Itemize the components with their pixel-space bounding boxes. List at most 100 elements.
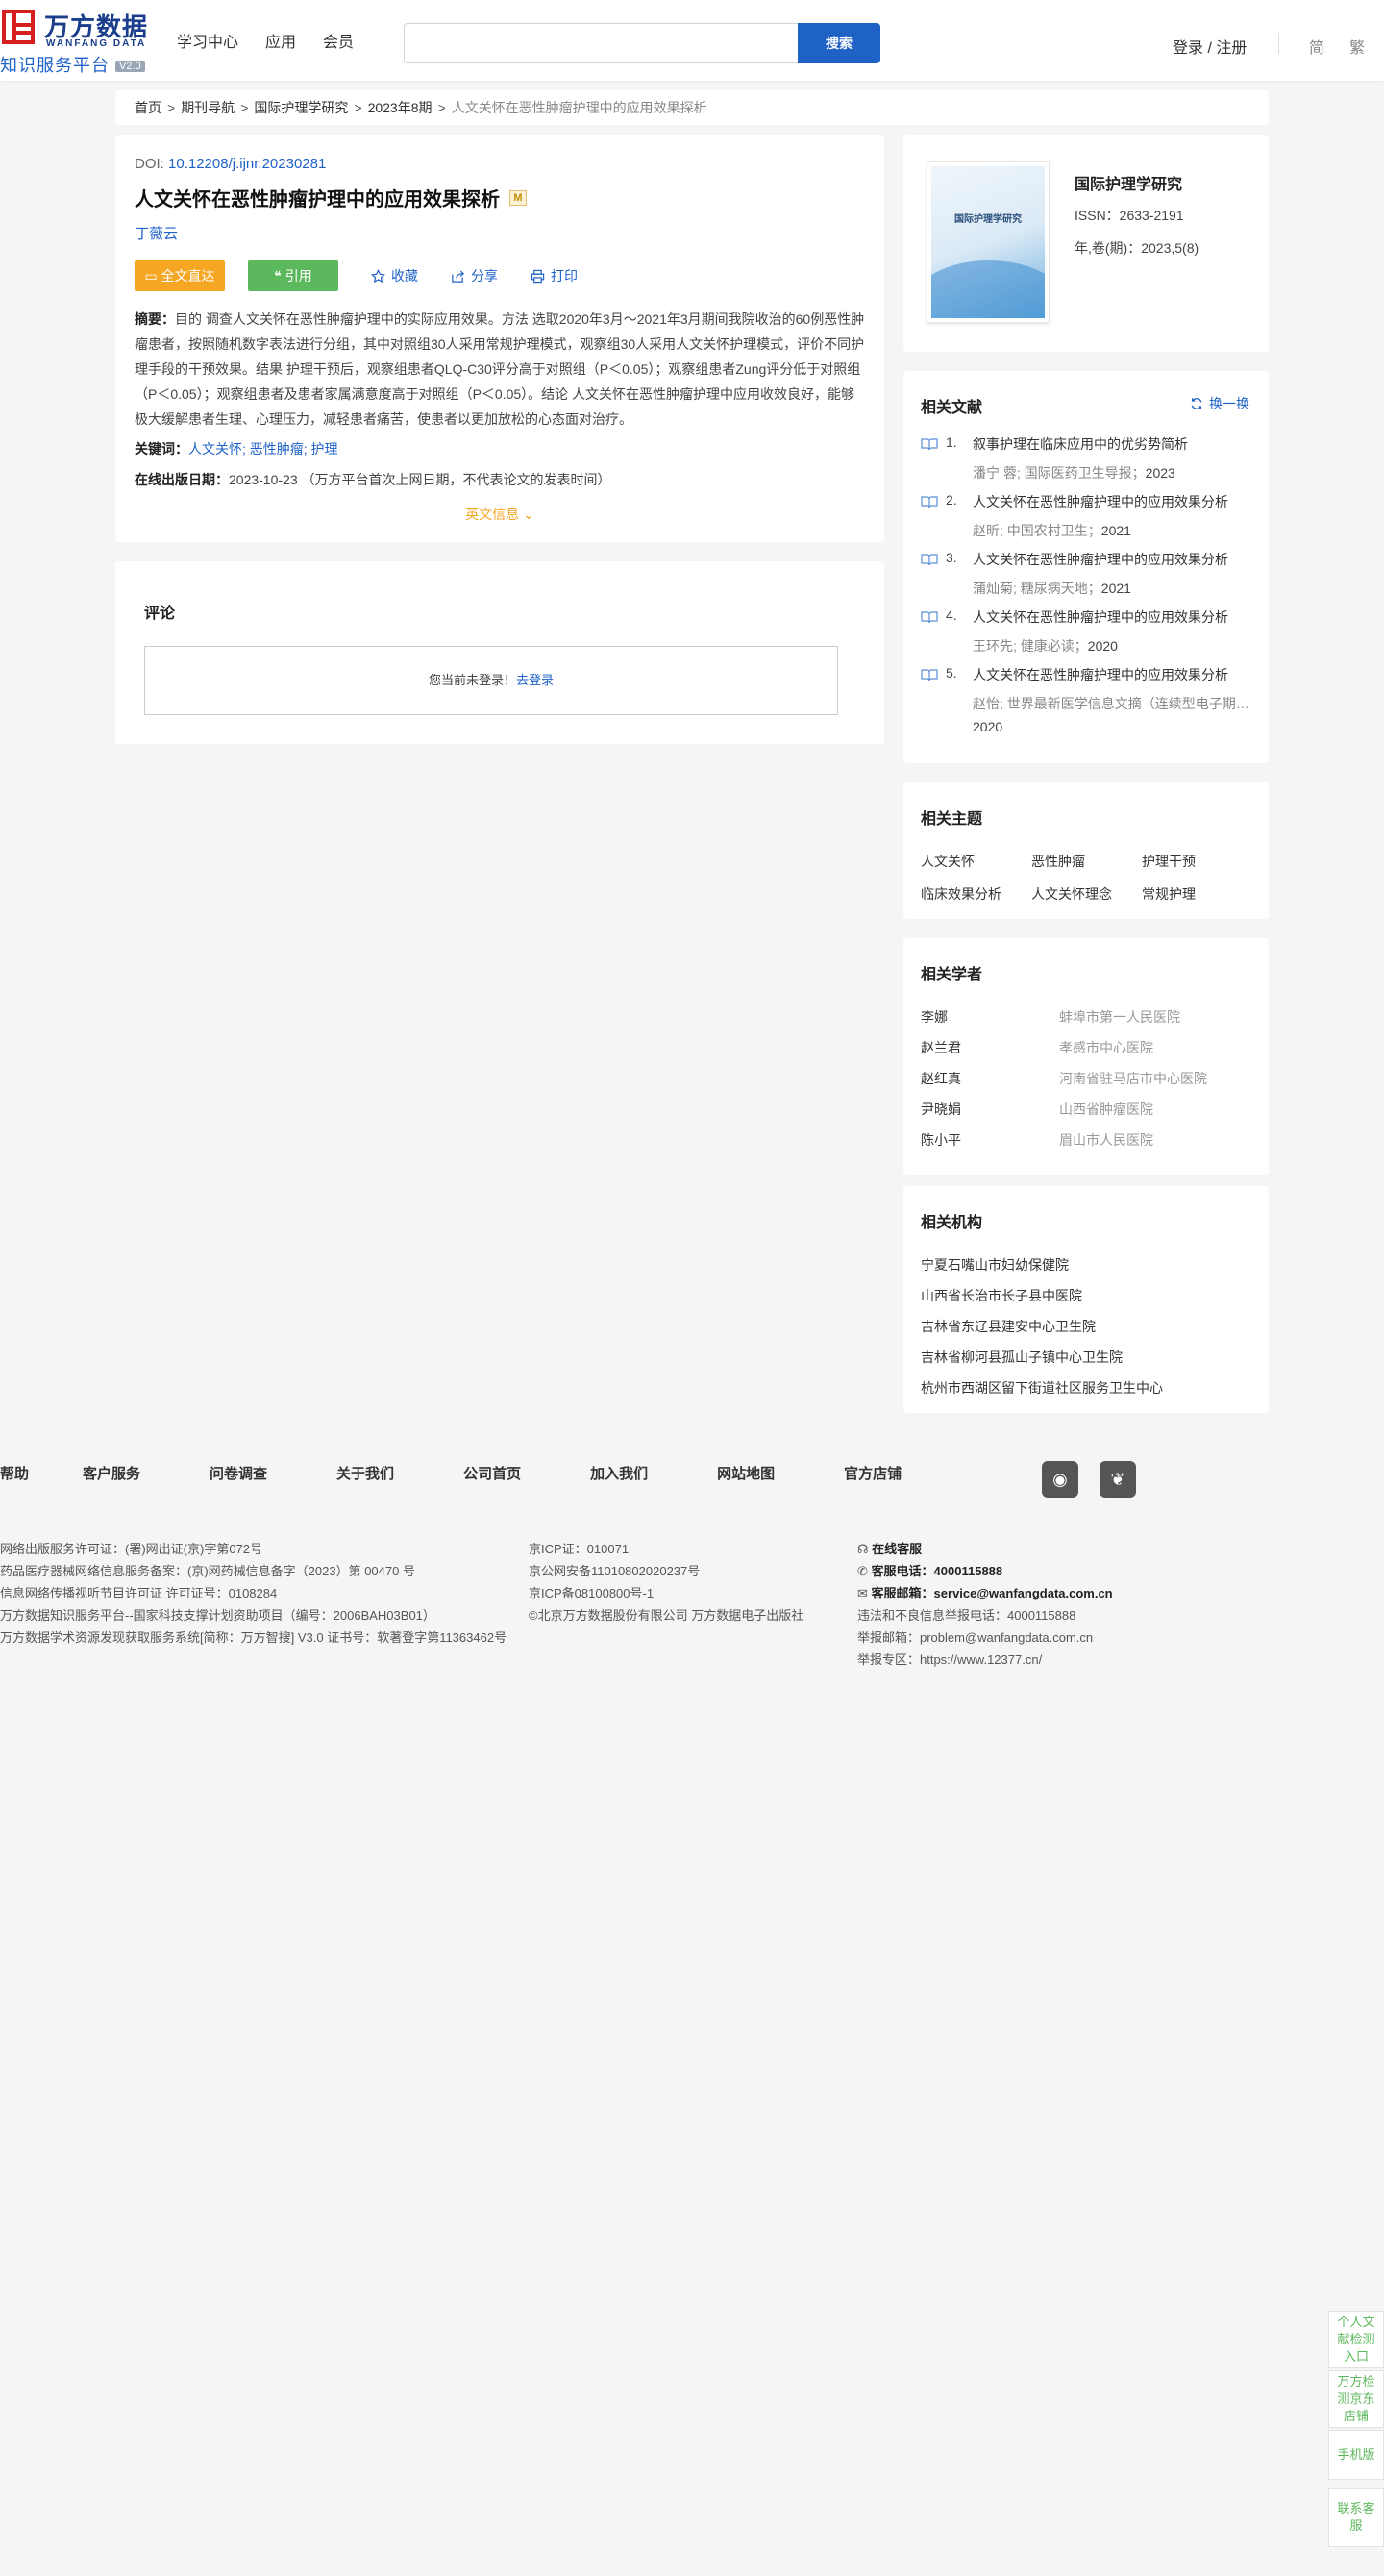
author-link[interactable]: 丁薇云 xyxy=(135,223,865,243)
org-link[interactable]: 杭州市西湖区留下街道社区服务卫生中心 xyxy=(921,1373,1251,1403)
english-info-toggle[interactable]: 英文信息 ⌄ xyxy=(135,505,865,524)
service-phone-value: 4000115888 xyxy=(933,1564,1003,1578)
breadcrumb-journal[interactable]: 国际护理学研究 xyxy=(254,100,348,115)
list-item[interactable]: 3. 人文关怀在恶性肿瘤护理中的应用效果分析 蒲灿菊; 糖尿病天地；2021 xyxy=(921,550,1251,607)
topic-link[interactable]: 常规护理 xyxy=(1142,884,1252,904)
footer-link-service[interactable]: 客户服务 xyxy=(83,1463,140,1483)
topic-link[interactable]: 人文关怀理念 xyxy=(1031,884,1142,904)
nav-apps[interactable]: 应用 xyxy=(265,29,296,52)
footer-link-sitemap[interactable]: 网站地图 xyxy=(717,1463,775,1483)
scholar-org[interactable]: 眉山市人民医院 xyxy=(1059,1125,1153,1155)
headset-icon: ☊ xyxy=(857,1542,869,1556)
article-title-row: 人文关怀在恶性肿瘤护理中的应用效果探析 M xyxy=(135,184,865,211)
scholar-org[interactable]: 蚌埠市第一人民医院 xyxy=(1059,1002,1180,1032)
org-link[interactable]: 吉林省东辽县建安中心卫生院 xyxy=(921,1311,1251,1342)
book-icon xyxy=(921,611,938,624)
footer-link-about[interactable]: 关于我们 xyxy=(336,1463,394,1483)
footer-license-line: 药品医疗器械网络信息服务备案：(京)网药械信息备字（2023）第 00470 号 xyxy=(0,1564,415,1578)
book-icon xyxy=(921,554,938,566)
scholar-name[interactable]: 尹晓娟 xyxy=(921,1094,1059,1125)
float-plagiarism-check[interactable]: 个人文献检测入口 xyxy=(1328,2311,1384,2368)
logo-text-en: WANFANG DATA xyxy=(46,38,147,49)
search-input[interactable] xyxy=(404,23,798,63)
scholar-name[interactable]: 李娜 xyxy=(921,1002,1059,1032)
footer-contact: ☊ 在线客服 ✆ 客服电话：4000115888 ✉ 客服邮箱：service@… xyxy=(857,1538,1113,1671)
list-item-meta: 潘宁 蓉; 国际医药卫生导报；2023 xyxy=(973,463,1251,483)
wanfang-logo[interactable]: 万方数据 WANFANG DATA 知识服务平台 V2.0 xyxy=(0,8,154,75)
list-item-title[interactable]: 人文关怀在恶性肿瘤护理中的应用效果分析 xyxy=(973,607,1251,627)
topic-link[interactable]: 人文关怀 xyxy=(921,852,1031,871)
list-item[interactable]: 2. 人文关怀在恶性肿瘤护理中的应用效果分析 赵昕; 中国农村卫生；2021 xyxy=(921,492,1251,550)
related-scholars-card: 相关学者 李娜 蚌埠市第一人民医院 赵兰君 孝感市中心医院 赵红真 河南省驻马店市中心… xyxy=(903,938,1269,1175)
report-email: 举报邮箱：problem@wanfangdata.com.cn xyxy=(857,1630,1094,1645)
breadcrumb-journals[interactable]: 期刊导航 xyxy=(181,100,235,115)
journal-name[interactable]: 国际护理学研究 xyxy=(1075,171,1182,194)
weibo-icon[interactable]: ◉ xyxy=(1042,1461,1078,1498)
favorite-button[interactable]: 收藏 xyxy=(371,266,418,285)
list-item-year: 2021 xyxy=(1100,581,1131,596)
phone-icon: ✆ xyxy=(857,1564,868,1578)
related-scholars-title: 相关学者 xyxy=(921,967,983,983)
online-service-link[interactable]: ☊ 在线客服 xyxy=(857,1538,1113,1560)
float-contact-service[interactable]: 联系客服 xyxy=(1328,2488,1384,2547)
lang-traditional[interactable]: 繁 xyxy=(1349,35,1365,58)
footer-link-home[interactable]: 公司首页 xyxy=(463,1463,521,1483)
list-item-title[interactable]: 叙事护理在临床应用中的优劣势简析 xyxy=(973,434,1251,454)
list-item[interactable]: 5. 人文关怀在恶性肿瘤护理中的应用效果分析 赵怡; 世界最新医学信息文摘（连续… xyxy=(921,665,1251,734)
scholar-name[interactable]: 陈小平 xyxy=(921,1125,1059,1155)
footer-license-line: 万方数据知识服务平台--国家科技支撑计划资助项目（编号：2006BAH03B01… xyxy=(0,1608,435,1622)
journal-cover[interactable]: 国际护理学研究 xyxy=(927,161,1050,323)
journal-issn: ISSN：2633-2191 xyxy=(1075,208,1184,223)
login-register-link[interactable]: 登录 / 注册 xyxy=(1173,35,1247,58)
wechat-icon[interactable]: ❦ xyxy=(1100,1461,1136,1498)
org-list: 宁夏石嘴山市妇幼保健院 山西省长治市长子县中医院 吉林省东辽县建安中心卫生院 吉… xyxy=(921,1250,1251,1403)
doi-link[interactable]: 10.12208/j.ijnr.20230281 xyxy=(168,156,326,172)
float-jd-store[interactable]: 万方检测京东店铺 xyxy=(1328,2370,1384,2428)
nav-learning-center[interactable]: 学习中心 xyxy=(177,29,238,52)
org-link[interactable]: 吉林省柳河县孤山子镇中心卫生院 xyxy=(921,1342,1251,1373)
keywords-links[interactable]: 人文关怀; 恶性肿瘤; 护理 xyxy=(188,441,338,457)
scholar-name[interactable]: 赵兰君 xyxy=(921,1032,1059,1063)
nav-membership[interactable]: 会员 xyxy=(323,29,354,52)
org-link[interactable]: 山西省长治市长子县中医院 xyxy=(921,1280,1251,1311)
refresh-button[interactable]: 换一换 xyxy=(1190,394,1249,413)
footer-link-help[interactable]: 帮助 xyxy=(0,1463,29,1483)
service-email-value[interactable]: service@wanfangdata.com.cn xyxy=(934,1586,1113,1600)
print-button[interactable]: 打印 xyxy=(531,266,578,285)
list-item-title[interactable]: 人文关怀在恶性肿瘤护理中的应用效果分析 xyxy=(973,492,1251,511)
footer-link-store[interactable]: 官方店铺 xyxy=(844,1463,902,1483)
list-item[interactable]: 1. 叙事护理在临床应用中的优劣势简析 潘宁 蓉; 国际医药卫生导报；2023 xyxy=(921,434,1251,492)
scholar-name[interactable]: 赵红真 xyxy=(921,1063,1059,1094)
scholar-row: 赵兰君 孝感市中心医院 xyxy=(921,1032,1251,1063)
float-mobile[interactable]: 手机版 xyxy=(1328,2430,1384,2480)
scholar-row: 陈小平 眉山市人民医院 xyxy=(921,1125,1251,1155)
search-button[interactable]: 搜索 xyxy=(798,23,880,63)
topic-link[interactable]: 护理干预 xyxy=(1142,852,1252,871)
report-zone[interactable]: 举报专区：https://www.12377.cn/ xyxy=(857,1648,1113,1671)
list-item-title[interactable]: 人文关怀在恶性肿瘤护理中的应用效果分析 xyxy=(973,550,1251,569)
header-divider xyxy=(1278,33,1279,54)
list-item-title[interactable]: 人文关怀在恶性肿瘤护理中的应用效果分析 xyxy=(973,665,1251,684)
lang-simplified[interactable]: 简 xyxy=(1309,35,1324,58)
abstract-label: 摘要： xyxy=(135,311,175,327)
topic-link[interactable]: 恶性肿瘤 xyxy=(1031,852,1142,871)
journal-card: 国际护理学研究 国际护理学研究 ISSN：2633-2191 年,卷(期)：20… xyxy=(903,135,1269,352)
breadcrumb-issue[interactable]: 2023年8期 xyxy=(368,100,432,115)
breadcrumb-home[interactable]: 首页 xyxy=(135,100,161,115)
scholar-org[interactable]: 山西省肿瘤医院 xyxy=(1059,1094,1153,1125)
scholar-org[interactable]: 河南省驻马店市中心医院 xyxy=(1059,1063,1207,1094)
topic-link[interactable]: 临床效果分析 xyxy=(921,884,1031,904)
related-topics-title: 相关主题 xyxy=(921,811,983,828)
comments-login-link[interactable]: 去登录 xyxy=(516,673,554,687)
refresh-icon xyxy=(1191,398,1202,409)
document-icon: ▭ xyxy=(144,268,158,284)
cite-button[interactable]: ❝ 引用 xyxy=(248,260,338,291)
scholar-org[interactable]: 孝感市中心医院 xyxy=(1059,1032,1153,1063)
footer-link-join[interactable]: 加入我们 xyxy=(590,1463,648,1483)
full-text-button[interactable]: ▭ 全文直达 xyxy=(135,260,225,291)
list-item[interactable]: 4. 人文关怀在恶性肿瘤护理中的应用效果分析 王环先; 健康必读；2020 xyxy=(921,607,1251,665)
org-link[interactable]: 宁夏石嘴山市妇幼保健院 xyxy=(921,1250,1251,1280)
footer-link-survey[interactable]: 问卷调查 xyxy=(210,1463,267,1483)
footer-licenses: 网络出版服务许可证：(署)网出证(京)字第072号 药品医疗器械网络信息服务备案… xyxy=(0,1538,507,1648)
share-button[interactable]: 分享 xyxy=(451,266,498,285)
